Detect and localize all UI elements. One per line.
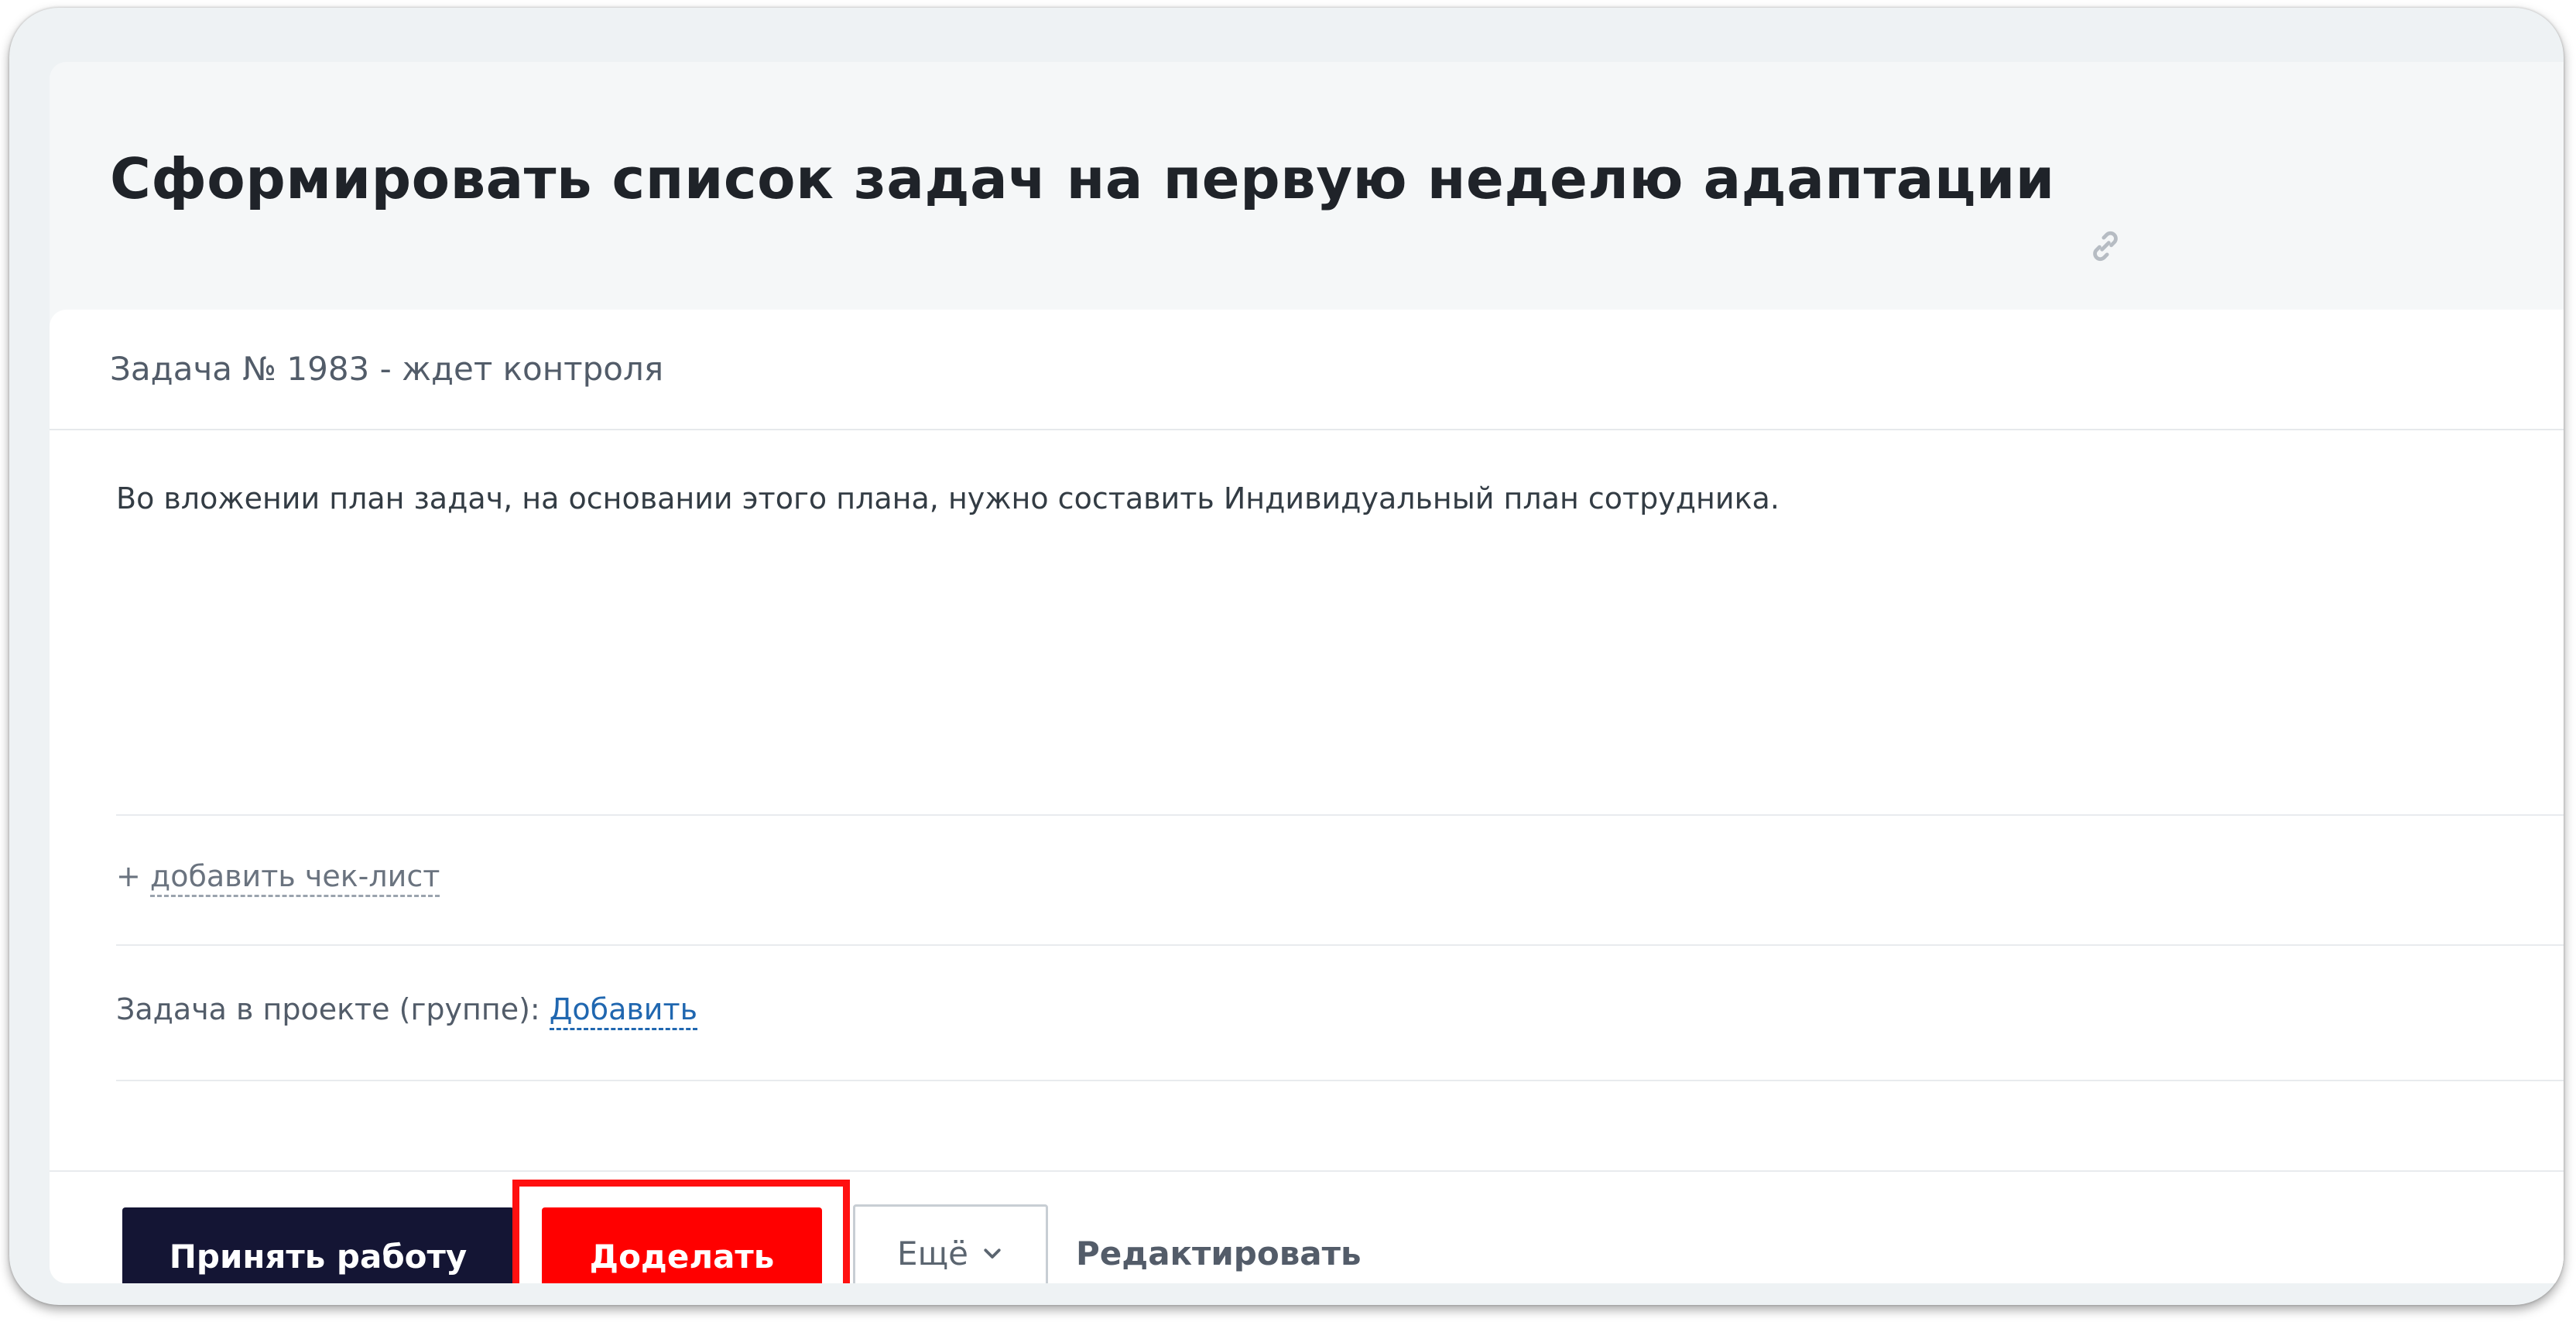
page-title: Сформировать список задач на первую неде…	[110, 146, 2055, 211]
task-card: Задача № 1983 - ждет контроля Во вложени…	[50, 310, 2564, 1283]
edit-button[interactable]: Редактировать	[1076, 1204, 1362, 1283]
title-area: Сформировать список задач на первую неде…	[50, 62, 2564, 310]
divider	[116, 944, 2564, 946]
add-checklist-link[interactable]: добавить чек-лист	[149, 859, 440, 897]
chevron-down-icon	[984, 1248, 1001, 1259]
redo-button[interactable]: Доделать	[542, 1207, 822, 1283]
task-header: Задача № 1983 - ждет контроля	[50, 310, 2564, 430]
project-row: Задача в проекте (группе): Добавить	[116, 992, 698, 1030]
task-panel: Сформировать список задач на первую неде…	[50, 62, 2564, 1283]
link-icon[interactable]	[2085, 226, 2126, 266]
add-project-link[interactable]: Добавить	[549, 992, 698, 1030]
checklist-plus: +	[116, 859, 150, 893]
action-bar: Принять работу Доделать Ещё Редактироват…	[50, 1172, 2564, 1283]
task-status-line: Задача № 1983 - ждет контроля	[110, 350, 664, 388]
project-label: Задача в проекте (группе):	[116, 992, 540, 1026]
task-description: Во вложении план задач, на основании это…	[116, 481, 1780, 515]
accept-work-button[interactable]: Принять работу	[122, 1207, 514, 1283]
window-frame: Сформировать список задач на первую неде…	[9, 8, 2564, 1305]
more-button-label: Ещё	[897, 1234, 968, 1272]
checklist-row: + добавить чек-лист	[116, 859, 440, 897]
more-button[interactable]: Ещё	[853, 1204, 1048, 1283]
divider	[116, 814, 2564, 816]
divider	[116, 1080, 2564, 1081]
